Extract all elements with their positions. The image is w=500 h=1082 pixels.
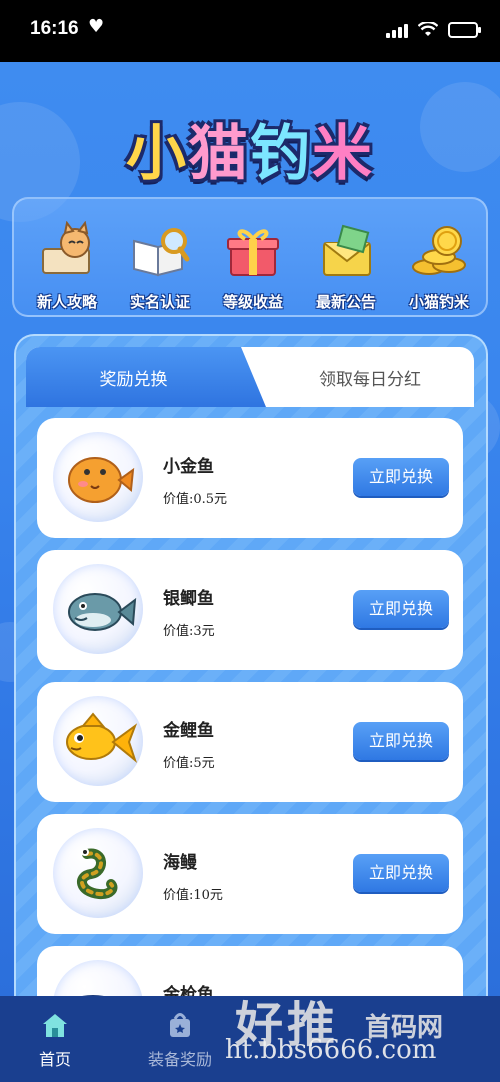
reward-card: 海鳗 价值:10元 立即兑换 <box>37 814 463 934</box>
quick-menu: 新人攻略 实名认证 等级收益 最新公告 小猫钓米 <box>12 197 488 317</box>
menu-item-level[interactable]: 等级收益 <box>208 217 298 313</box>
menu-label: 实名认证 <box>129 293 190 311</box>
fish-name: 小金鱼 <box>163 457 214 477</box>
fish-bubble <box>53 696 143 786</box>
tab-daily-dividend[interactable]: 领取每日分红 <box>266 347 474 407</box>
nav-equipment-reward[interactable]: 装备奖励 <box>125 1006 235 1076</box>
eel-icon <box>77 848 118 900</box>
reward-card: 小金鱼 价值:0.5元 立即兑换 <box>37 418 463 538</box>
puffer-fish-icon <box>68 457 135 503</box>
menu-label: 等级收益 <box>222 293 283 311</box>
fish-price: 价值:3元 <box>163 624 215 639</box>
menu-item-guide[interactable]: 新人攻略 <box>22 217 112 313</box>
nav-label: 首页 <box>38 1050 71 1069</box>
tab-reward-exchange[interactable]: 奖励兑换 <box>26 347 266 407</box>
exchange-button[interactable]: 立即兑换 <box>353 722 449 760</box>
fish-name: 银鲫鱼 <box>163 589 214 609</box>
gold-coins-icon <box>412 226 466 275</box>
menu-item-notice[interactable]: 最新公告 <box>301 217 391 313</box>
cat-guide-icon <box>42 221 90 274</box>
battery-icon <box>448 22 481 38</box>
fish-price: 价值:5元 <box>163 756 215 771</box>
fish-name: 金鲤鱼 <box>163 721 214 741</box>
nav-home[interactable]: 首页 <box>0 1006 110 1076</box>
exchange-button[interactable]: 立即兑换 <box>353 458 449 496</box>
wifi-icon <box>418 22 438 36</box>
heart-icon: ♥ <box>88 16 105 37</box>
status-time: 16:16 <box>30 18 79 39</box>
reward-tabs: 奖励兑换 领取每日分红 <box>26 347 474 407</box>
fish-price: 价值:0.5元 <box>163 492 228 507</box>
exchange-button[interactable]: 立即兑换 <box>353 590 449 628</box>
silver-fish-icon <box>68 593 137 631</box>
fish-bubble <box>53 432 143 522</box>
nav-label: 装备奖励 <box>147 1050 212 1069</box>
home-icon <box>43 1014 67 1037</box>
menu-item-fishing[interactable]: 小猫钓米 <box>394 217 484 313</box>
fish-name: 海鳗 <box>163 853 197 873</box>
fish-price: 价值:10元 <box>163 888 223 903</box>
menu-item-verify[interactable]: 实名认证 <box>115 217 205 313</box>
reward-card: 银鲫鱼 价值:3元 立即兑换 <box>37 550 463 670</box>
envelope-icon <box>323 224 371 276</box>
menu-label: 新人攻略 <box>36 293 97 311</box>
tab-label: 领取每日分红 <box>319 370 421 390</box>
status-bar: 16:16 ♥ <box>0 0 500 62</box>
gift-bag-icon <box>170 1013 190 1037</box>
exchange-button[interactable]: 立即兑换 <box>353 854 449 892</box>
menu-label: 最新公告 <box>315 293 376 311</box>
app-logo: 小猫钓米 <box>120 105 380 189</box>
goldfish-icon <box>66 712 138 763</box>
tab-label: 奖励兑换 <box>99 370 168 390</box>
book-magnifier-icon <box>133 228 190 277</box>
reward-card: 金鲤鱼 价值:5元 立即兑换 <box>37 682 463 802</box>
signal-icon <box>386 22 408 38</box>
gift-box-icon <box>227 229 279 276</box>
bottom-nav: 首页 装备奖励 <box>0 996 500 1082</box>
menu-label: 小猫钓米 <box>408 293 469 311</box>
fish-bubble <box>53 828 143 918</box>
fish-bubble <box>53 564 143 654</box>
status-icons <box>386 22 481 38</box>
logo-text: 小猫钓米 <box>126 119 374 189</box>
